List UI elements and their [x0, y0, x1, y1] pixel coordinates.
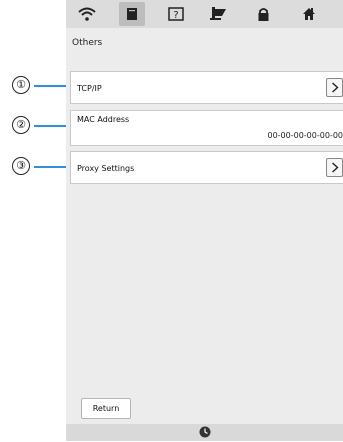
tcpip-row[interactable]: TCP/IP	[70, 71, 343, 104]
wifi-icon[interactable]	[74, 2, 100, 26]
top-toolbar: ?	[66, 0, 343, 28]
return-button[interactable]: Return	[81, 398, 131, 419]
mac-address-value: 00-00-00-00-00-00	[267, 131, 343, 140]
section-title: Others	[72, 38, 103, 48]
proxy-settings-row[interactable]: Proxy Settings	[70, 151, 343, 184]
document-icon[interactable]	[119, 2, 145, 26]
chevron-right-icon[interactable]	[326, 78, 343, 97]
home-icon[interactable]	[296, 2, 322, 26]
sewing-machine-icon[interactable]	[206, 2, 232, 26]
help-icon[interactable]: ?	[163, 2, 189, 26]
tcpip-label: TCP/IP	[77, 84, 102, 93]
svg-text:?: ?	[173, 10, 178, 21]
chevron-right-icon[interactable]	[326, 158, 343, 177]
callout-number: ③	[12, 157, 30, 175]
settings-screen: ? Others TCP/IP MAC Address 00-00-00-00-…	[66, 0, 343, 441]
mac-address-row: MAC Address 00-00-00-00-00-00	[70, 110, 343, 146]
clock-icon[interactable]	[199, 423, 211, 442]
mac-address-label: MAC Address	[77, 115, 130, 124]
callout-number: ②	[12, 116, 30, 134]
proxy-settings-label: Proxy Settings	[77, 164, 135, 173]
lock-icon[interactable]	[250, 2, 276, 26]
callout-number: ①	[12, 76, 30, 94]
bottom-bar	[66, 424, 343, 441]
